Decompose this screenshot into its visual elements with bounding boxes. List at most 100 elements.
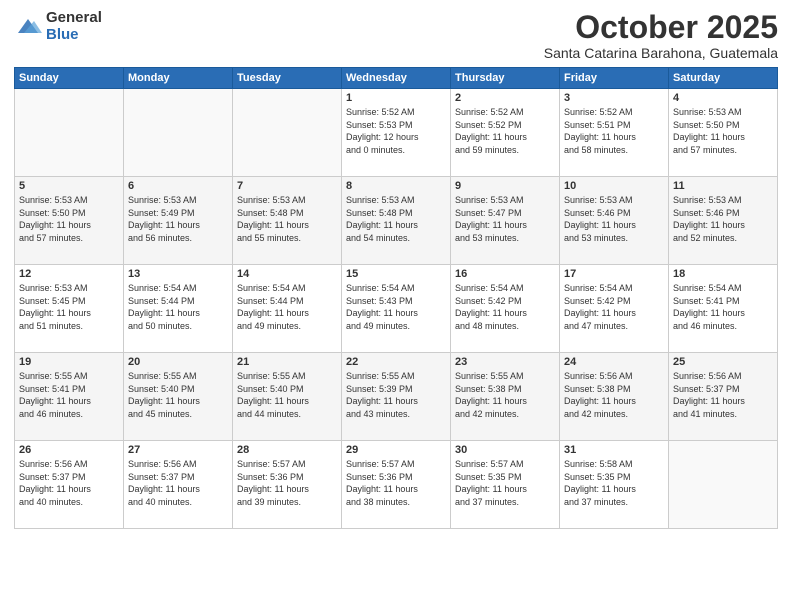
day-number: 5	[19, 180, 119, 192]
day-info: Sunrise: 5:58 AMSunset: 5:35 PMDaylight:…	[564, 458, 664, 508]
day-info: Sunrise: 5:54 AMSunset: 5:43 PMDaylight:…	[346, 282, 446, 332]
logo-blue-text: Blue	[46, 27, 102, 44]
day-number: 9	[455, 180, 555, 192]
logo-text: General Blue	[46, 10, 102, 43]
calendar-cell: 25 Sunrise: 5:56 AMSunset: 5:37 PMDayligh…	[669, 353, 778, 441]
day-info: Sunrise: 5:54 AMSunset: 5:42 PMDaylight:…	[564, 282, 664, 332]
day-info: Sunrise: 5:57 AMSunset: 5:35 PMDaylight:…	[455, 458, 555, 508]
header: General Blue October 2025 Santa Catarina…	[14, 10, 778, 61]
day-number: 22	[346, 356, 446, 368]
day-number: 29	[346, 444, 446, 456]
day-info: Sunrise: 5:57 AMSunset: 5:36 PMDaylight:…	[237, 458, 337, 508]
weekday-header-row: SundayMondayTuesdayWednesdayThursdayFrid…	[15, 68, 778, 89]
calendar-cell: 6 Sunrise: 5:53 AMSunset: 5:49 PMDaylight…	[124, 177, 233, 265]
location-subtitle: Santa Catarina Barahona, Guatemala	[544, 45, 778, 61]
day-info: Sunrise: 5:53 AMSunset: 5:50 PMDaylight:…	[673, 106, 773, 156]
day-info: Sunrise: 5:55 AMSunset: 5:38 PMDaylight:…	[455, 370, 555, 420]
calendar-cell: 14 Sunrise: 5:54 AMSunset: 5:44 PMDayligh…	[233, 265, 342, 353]
calendar-week-row-1: 5 Sunrise: 5:53 AMSunset: 5:50 PMDaylight…	[15, 177, 778, 265]
day-number: 18	[673, 268, 773, 280]
day-number: 13	[128, 268, 228, 280]
day-number: 25	[673, 356, 773, 368]
day-info: Sunrise: 5:53 AMSunset: 5:46 PMDaylight:…	[564, 194, 664, 244]
day-info: Sunrise: 5:57 AMSunset: 5:36 PMDaylight:…	[346, 458, 446, 508]
calendar-cell	[233, 89, 342, 177]
day-number: 19	[19, 356, 119, 368]
day-number: 30	[455, 444, 555, 456]
day-number: 16	[455, 268, 555, 280]
day-number: 20	[128, 356, 228, 368]
day-info: Sunrise: 5:56 AMSunset: 5:37 PMDaylight:…	[19, 458, 119, 508]
day-number: 7	[237, 180, 337, 192]
day-info: Sunrise: 5:53 AMSunset: 5:49 PMDaylight:…	[128, 194, 228, 244]
calendar-cell: 26 Sunrise: 5:56 AMSunset: 5:37 PMDayligh…	[15, 441, 124, 529]
calendar-week-row-0: 1 Sunrise: 5:52 AMSunset: 5:53 PMDaylight…	[15, 89, 778, 177]
day-number: 27	[128, 444, 228, 456]
day-info: Sunrise: 5:53 AMSunset: 5:48 PMDaylight:…	[346, 194, 446, 244]
day-info: Sunrise: 5:53 AMSunset: 5:48 PMDaylight:…	[237, 194, 337, 244]
calendar-cell: 10Sunrise: 5:53 AMSunset: 5:46 PMDayligh…	[560, 177, 669, 265]
day-number: 6	[128, 180, 228, 192]
day-number: 3	[564, 92, 664, 104]
weekday-header-thursday: Thursday	[451, 68, 560, 89]
month-title: October 2025	[544, 10, 778, 45]
day-info: Sunrise: 5:53 AMSunset: 5:46 PMDaylight:…	[673, 194, 773, 244]
calendar-cell: 24 Sunrise: 5:56 AMSunset: 5:38 PMDayligh…	[560, 353, 669, 441]
calendar-cell: 22Sunrise: 5:55 AMSunset: 5:39 PMDayligh…	[342, 353, 451, 441]
calendar-cell: 28 Sunrise: 5:57 AMSunset: 5:36 PMDayligh…	[233, 441, 342, 529]
weekday-header-saturday: Saturday	[669, 68, 778, 89]
day-number: 26	[19, 444, 119, 456]
calendar-cell: 1 Sunrise: 5:52 AMSunset: 5:53 PMDaylight…	[342, 89, 451, 177]
weekday-header-friday: Friday	[560, 68, 669, 89]
day-info: Sunrise: 5:53 AMSunset: 5:50 PMDaylight:…	[19, 194, 119, 244]
calendar-cell: 16 Sunrise: 5:54 AMSunset: 5:42 PMDayligh…	[451, 265, 560, 353]
calendar-cell: 12Sunrise: 5:53 AMSunset: 5:45 PMDayligh…	[15, 265, 124, 353]
day-number: 17	[564, 268, 664, 280]
day-number: 23	[455, 356, 555, 368]
calendar-cell: 9 Sunrise: 5:53 AMSunset: 5:47 PMDaylight…	[451, 177, 560, 265]
day-number: 24	[564, 356, 664, 368]
day-info: Sunrise: 5:55 AMSunset: 5:41 PMDaylight:…	[19, 370, 119, 420]
day-info: Sunrise: 5:52 AMSunset: 5:52 PMDaylight:…	[455, 106, 555, 156]
day-info: Sunrise: 5:56 AMSunset: 5:37 PMDaylight:…	[673, 370, 773, 420]
calendar-cell: 15 Sunrise: 5:54 AMSunset: 5:43 PMDayligh…	[342, 265, 451, 353]
day-info: Sunrise: 5:56 AMSunset: 5:38 PMDaylight:…	[564, 370, 664, 420]
calendar-week-row-2: 12Sunrise: 5:53 AMSunset: 5:45 PMDayligh…	[15, 265, 778, 353]
calendar-cell: 11Sunrise: 5:53 AMSunset: 5:46 PMDayligh…	[669, 177, 778, 265]
calendar-cell: 7 Sunrise: 5:53 AMSunset: 5:48 PMDaylight…	[233, 177, 342, 265]
day-info: Sunrise: 5:54 AMSunset: 5:42 PMDaylight:…	[455, 282, 555, 332]
calendar-cell: 27 Sunrise: 5:56 AMSunset: 5:37 PMDayligh…	[124, 441, 233, 529]
calendar-table: SundayMondayTuesdayWednesdayThursdayFrid…	[14, 67, 778, 529]
day-number: 28	[237, 444, 337, 456]
weekday-header-monday: Monday	[124, 68, 233, 89]
weekday-header-wednesday: Wednesday	[342, 68, 451, 89]
calendar-cell: 5 Sunrise: 5:53 AMSunset: 5:50 PMDaylight…	[15, 177, 124, 265]
day-number: 12	[19, 268, 119, 280]
calendar-cell: 31 Sunrise: 5:58 AMSunset: 5:35 PMDayligh…	[560, 441, 669, 529]
calendar-cell: 18Sunrise: 5:54 AMSunset: 5:41 PMDayligh…	[669, 265, 778, 353]
calendar-cell	[669, 441, 778, 529]
calendar-cell: 21Sunrise: 5:55 AMSunset: 5:40 PMDayligh…	[233, 353, 342, 441]
calendar-cell: 2Sunrise: 5:52 AMSunset: 5:52 PMDaylight…	[451, 89, 560, 177]
calendar-week-row-4: 26 Sunrise: 5:56 AMSunset: 5:37 PMDayligh…	[15, 441, 778, 529]
day-number: 14	[237, 268, 337, 280]
day-info: Sunrise: 5:56 AMSunset: 5:37 PMDaylight:…	[128, 458, 228, 508]
day-number: 8	[346, 180, 446, 192]
day-number: 15	[346, 268, 446, 280]
logo-general-text: General	[46, 10, 102, 27]
day-info: Sunrise: 5:52 AMSunset: 5:53 PMDaylight:…	[346, 106, 446, 156]
calendar-cell: 8 Sunrise: 5:53 AMSunset: 5:48 PMDaylight…	[342, 177, 451, 265]
weekday-header-sunday: Sunday	[15, 68, 124, 89]
day-info: Sunrise: 5:54 AMSunset: 5:44 PMDaylight:…	[237, 282, 337, 332]
calendar-cell	[15, 89, 124, 177]
title-section: October 2025 Santa Catarina Barahona, Gu…	[544, 10, 778, 61]
day-info: Sunrise: 5:53 AMSunset: 5:47 PMDaylight:…	[455, 194, 555, 244]
day-number: 31	[564, 444, 664, 456]
day-info: Sunrise: 5:52 AMSunset: 5:51 PMDaylight:…	[564, 106, 664, 156]
calendar-cell: 3 Sunrise: 5:52 AMSunset: 5:51 PMDaylight…	[560, 89, 669, 177]
calendar-cell: 20Sunrise: 5:55 AMSunset: 5:40 PMDayligh…	[124, 353, 233, 441]
calendar-week-row-3: 19 Sunrise: 5:55 AMSunset: 5:41 PMDayligh…	[15, 353, 778, 441]
day-number: 1	[346, 92, 446, 104]
calendar-cell: 17 Sunrise: 5:54 AMSunset: 5:42 PMDayligh…	[560, 265, 669, 353]
calendar-cell: 4Sunrise: 5:53 AMSunset: 5:50 PMDaylight…	[669, 89, 778, 177]
